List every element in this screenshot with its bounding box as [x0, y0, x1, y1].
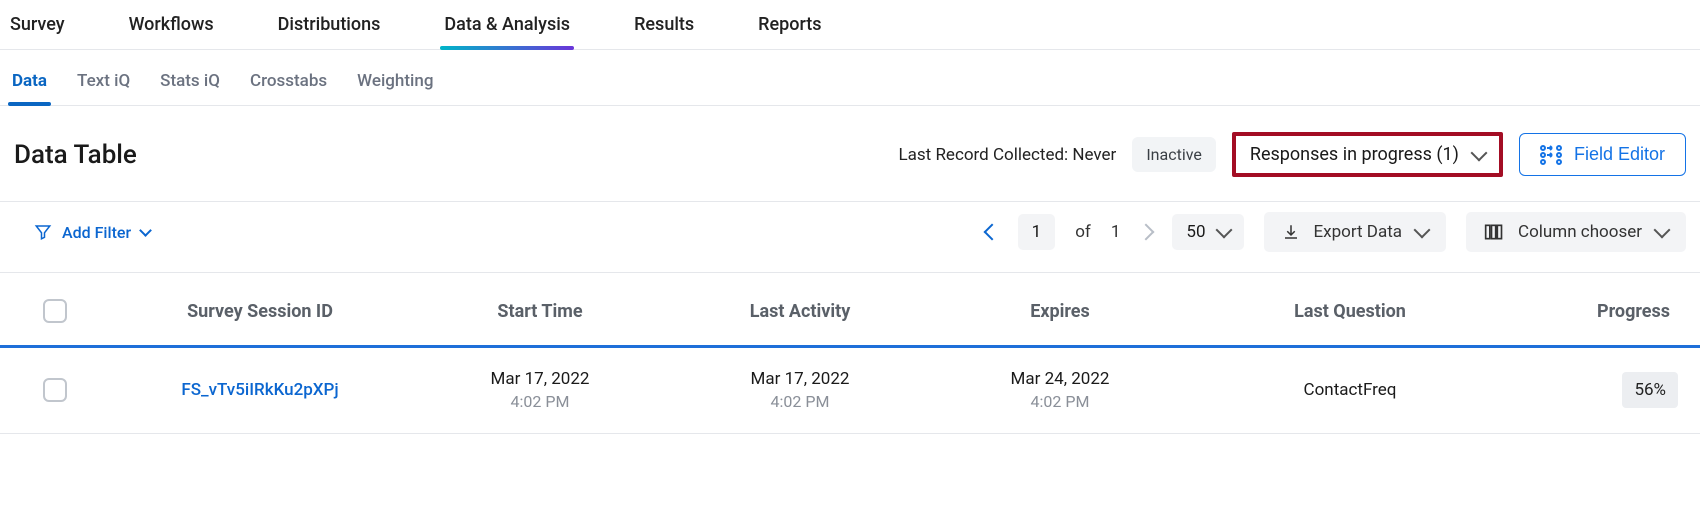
start-time-cell: Mar 17, 2022 4:02 PM — [410, 368, 670, 413]
column-chooser-button[interactable]: Column chooser — [1466, 212, 1686, 252]
column-progress[interactable]: Progress — [1510, 301, 1700, 322]
start-time: 4:02 PM — [410, 391, 670, 413]
tab-reports[interactable]: Reports — [756, 2, 823, 49]
last-activity-date: Mar 17, 2022 — [670, 368, 930, 391]
primary-tabs: Survey Workflows Distributions Data & An… — [0, 0, 1700, 50]
last-activity-cell: Mar 17, 2022 4:02 PM — [670, 368, 930, 413]
pager: 1 of 1 — [986, 214, 1153, 250]
tab-survey[interactable]: Survey — [8, 2, 67, 49]
last-record-label: Last Record Collected: Never — [899, 145, 1117, 165]
export-data-label: Export Data — [1314, 222, 1403, 242]
progress-cell: 56% — [1510, 372, 1700, 408]
expires-cell: Mar 24, 2022 4:02 PM — [930, 368, 1190, 413]
column-checkbox — [0, 299, 110, 323]
tab-workflows[interactable]: Workflows — [127, 2, 216, 49]
row-checkbox[interactable] — [43, 378, 67, 402]
tab-results[interactable]: Results — [632, 2, 696, 49]
toolbar: Add Filter 1 of 1 50 Export Data — [0, 201, 1700, 273]
table-row: FS_vTv5iIRkKu2pXPj Mar 17, 2022 4:02 PM … — [0, 348, 1700, 434]
subtab-text-iq[interactable]: Text iQ — [75, 55, 132, 105]
page-title: Data Table — [14, 140, 137, 170]
field-editor-label: Field Editor — [1574, 144, 1665, 165]
row-checkbox-cell — [0, 378, 110, 402]
last-question-cell: ContactFreq — [1190, 380, 1510, 400]
column-chooser-label: Column chooser — [1518, 222, 1642, 242]
column-start-time[interactable]: Start Time — [410, 301, 670, 322]
subtab-stats-iq[interactable]: Stats iQ — [158, 55, 222, 105]
download-icon — [1282, 223, 1300, 241]
pager-total-pages: 1 — [1111, 222, 1121, 242]
column-last-question[interactable]: Last Question — [1190, 301, 1510, 322]
column-last-activity[interactable]: Last Activity — [670, 301, 930, 322]
pager-prev-button[interactable] — [983, 224, 1000, 241]
responses-table: Survey Session ID Start Time Last Activi… — [0, 273, 1700, 434]
last-activity-time: 4:02 PM — [670, 391, 930, 413]
pager-next-button[interactable] — [1138, 224, 1155, 241]
session-id-link[interactable]: FS_vTv5iIRkKu2pXPj — [110, 380, 410, 400]
subtab-crosstabs[interactable]: Crosstabs — [248, 55, 329, 105]
expires-date: Mar 24, 2022 — [930, 368, 1190, 391]
columns-icon — [1484, 223, 1504, 241]
page-size-dropdown[interactable]: 50 — [1172, 214, 1243, 250]
select-all-checkbox[interactable] — [43, 299, 67, 323]
responses-in-progress-label: Responses in progress (1) — [1250, 144, 1459, 165]
subtab-weighting[interactable]: Weighting — [355, 55, 435, 105]
tab-data-analysis[interactable]: Data & Analysis — [442, 2, 572, 49]
expires-time: 4:02 PM — [930, 391, 1190, 413]
pager-of-label: of — [1075, 222, 1091, 242]
responses-in-progress-dropdown[interactable]: Responses in progress (1) — [1232, 132, 1503, 177]
chevron-down-icon — [1414, 222, 1431, 239]
column-session-id[interactable]: Survey Session ID — [110, 301, 410, 322]
field-editor-button[interactable]: Field Editor — [1519, 133, 1686, 176]
chevron-down-icon — [139, 224, 152, 237]
start-date: Mar 17, 2022 — [410, 368, 670, 391]
page-size-value: 50 — [1186, 222, 1205, 242]
sub-tabs: Data Text iQ Stats iQ Crosstabs Weightin… — [0, 50, 1700, 106]
table-header: Survey Session ID Start Time Last Activi… — [0, 273, 1700, 348]
status-pill-inactive: Inactive — [1132, 137, 1216, 172]
subtab-data[interactable]: Data — [10, 55, 49, 105]
title-row: Data Table Last Record Collected: Never … — [0, 106, 1700, 195]
chevron-down-icon — [1654, 222, 1671, 239]
progress-badge: 56% — [1622, 372, 1678, 408]
field-editor-icon — [1540, 145, 1562, 165]
filter-icon — [34, 223, 52, 241]
chevron-down-icon — [1470, 144, 1487, 161]
chevron-down-icon — [1215, 222, 1232, 239]
column-expires[interactable]: Expires — [930, 301, 1190, 322]
tab-distributions[interactable]: Distributions — [276, 2, 383, 49]
add-filter-button[interactable]: Add Filter — [14, 223, 150, 242]
add-filter-label: Add Filter — [62, 223, 131, 242]
export-data-button[interactable]: Export Data — [1264, 212, 1447, 252]
pager-current-page[interactable]: 1 — [1018, 214, 1056, 250]
